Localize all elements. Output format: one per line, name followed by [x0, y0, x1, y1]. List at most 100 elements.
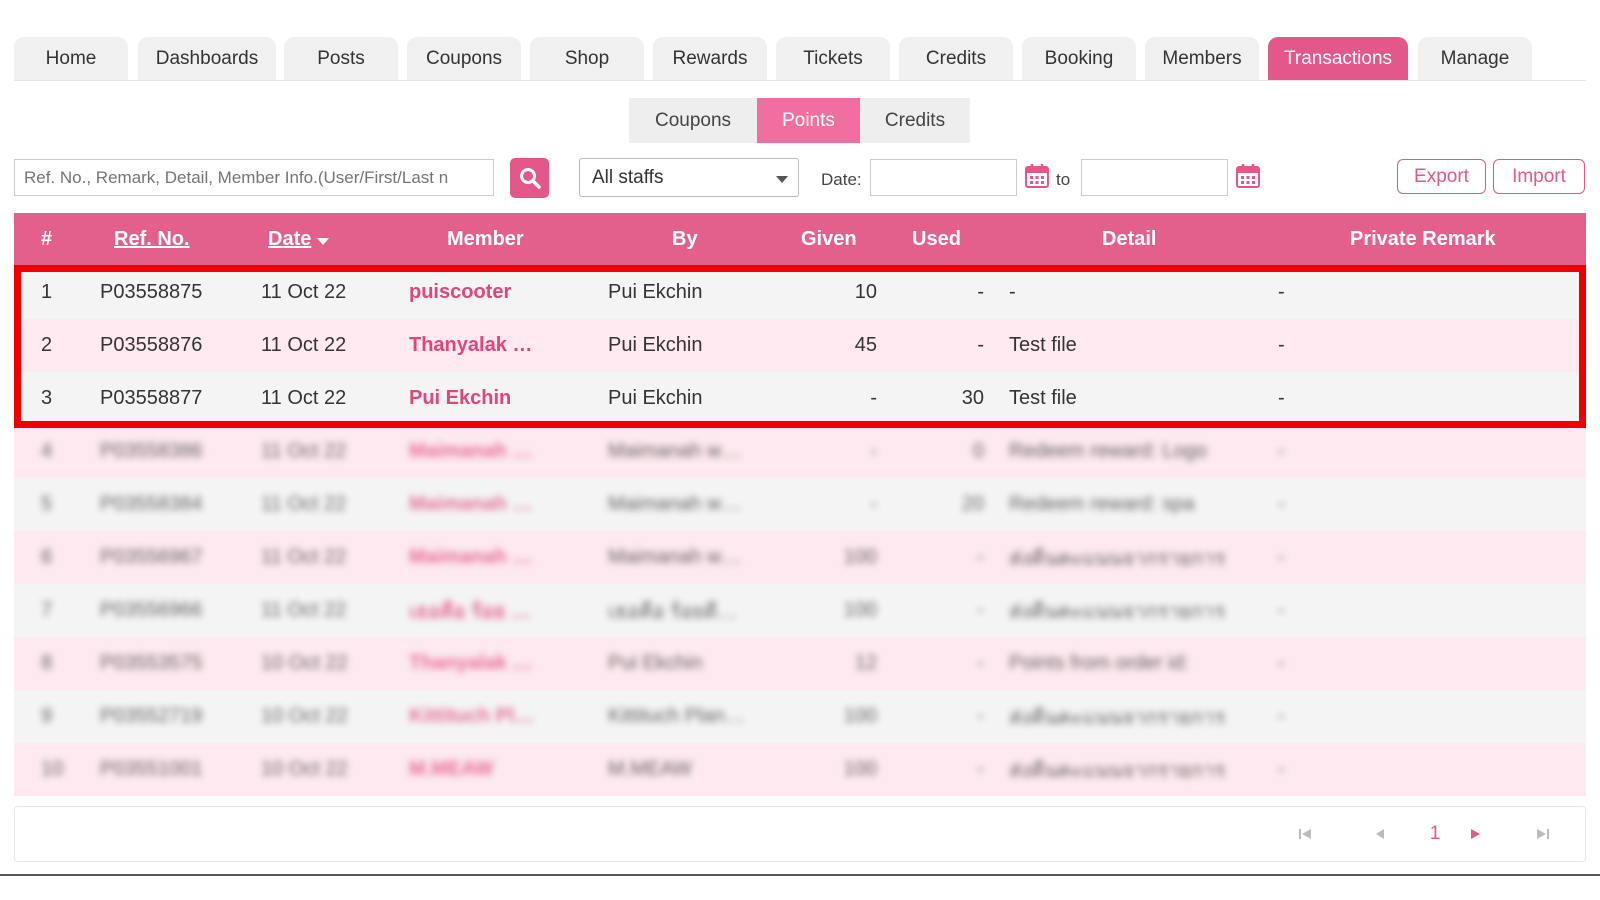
cell-member-link[interactable]: เธอคือ ร้อย …: [409, 584, 531, 637]
col-private-remark: Private Remark: [1350, 227, 1496, 250]
subtab-coupons[interactable]: Coupons: [629, 98, 757, 143]
table-row[interactable]: 7 P03556966 11 Oct 22 เธอคือ ร้อย … เธอค…: [14, 584, 1586, 637]
table-row[interactable]: 4 P03558386 11 Oct 22 Maimanah … Maimana…: [14, 425, 1586, 478]
cell-detail: Redeem reward: spa: [1009, 493, 1195, 515]
cell-private-remark: -: [1278, 387, 1285, 409]
table-row[interactable]: 5 P03558384 11 Oct 22 Maimanah … Maimana…: [14, 478, 1586, 531]
cell-by: Maimanah w…: [608, 440, 742, 462]
date-from-input[interactable]: [870, 159, 1017, 196]
tab-rewards[interactable]: Rewards: [653, 37, 767, 80]
cell-ref-no: P03552719: [100, 705, 203, 727]
table-row[interactable]: 3 P03558877 11 Oct 22 Pui Ekchin Pui Ekc…: [14, 372, 1586, 425]
cell-member-link[interactable]: puiscooter: [409, 266, 511, 319]
tab-tickets[interactable]: Tickets: [776, 37, 890, 80]
cell-detail: Redeem reward: Logo: [1009, 440, 1207, 462]
cell-member-link[interactable]: Maimanah …: [409, 425, 532, 478]
chevron-down-icon: [776, 176, 788, 183]
cell-ref-no: P03558384: [100, 493, 203, 515]
table-row[interactable]: 2 P03558876 11 Oct 22 Thanyalak … Pui Ek…: [14, 319, 1586, 372]
pagination-bar: 1: [14, 806, 1586, 862]
first-page-icon[interactable]: [1295, 819, 1315, 849]
search-button[interactable]: [510, 158, 549, 198]
next-page-icon[interactable]: [1465, 819, 1485, 849]
cell-member-link[interactable]: Maimanah …: [409, 478, 532, 531]
cell-given: 100: [843, 758, 877, 780]
cell-date: 11 Oct 22: [261, 599, 347, 621]
tab-credits[interactable]: Credits: [899, 37, 1013, 80]
cell-number: 10: [41, 758, 64, 780]
cell-used: -: [977, 334, 984, 356]
date-label: Date:: [821, 170, 862, 189]
col-member: Member: [447, 227, 524, 250]
calendar-icon[interactable]: [1025, 163, 1049, 189]
tab-posts[interactable]: Posts: [284, 37, 398, 80]
last-page-icon[interactable]: [1533, 819, 1553, 849]
prev-page-icon[interactable]: [1370, 819, 1390, 849]
cell-ref-no: P03553575: [100, 652, 203, 674]
cell-used: -: [977, 758, 984, 780]
cell-private-remark: -: [1278, 440, 1285, 462]
cell-date: 11 Oct 22: [261, 546, 347, 568]
cell-given: -: [870, 387, 877, 409]
search-input[interactable]: [14, 159, 494, 196]
date-to-input[interactable]: [1081, 159, 1228, 196]
cell-number: 9: [41, 705, 53, 727]
cell-detail: Test file: [1009, 387, 1077, 409]
cell-number: 6: [41, 546, 53, 568]
tab-home[interactable]: Home: [14, 37, 128, 80]
tab-coupons[interactable]: Coupons: [407, 37, 521, 80]
col-used: Used: [912, 227, 961, 250]
cell-number: 7: [41, 599, 53, 621]
col-detail: Detail: [1102, 227, 1157, 250]
cell-date: 10 Oct 22: [261, 758, 348, 780]
cell-ref-no: P03558386: [100, 440, 203, 462]
tab-transactions[interactable]: Transactions: [1268, 37, 1408, 80]
cell-member-link[interactable]: Thanyalak …: [409, 319, 532, 372]
cell-number: 4: [41, 440, 53, 462]
cell-ref-no: P03558875: [100, 281, 203, 303]
subtab-points[interactable]: Points: [757, 98, 860, 143]
cell-by: M.MEAW: [608, 758, 692, 780]
col-date[interactable]: Date: [268, 213, 330, 265]
tab-shop[interactable]: Shop: [530, 37, 644, 80]
cell-date: 11 Oct 22: [261, 281, 347, 303]
table-row[interactable]: 10 P03551001 10 Oct 22 M.MEAW M.MEAW 100…: [14, 743, 1586, 796]
main-nav-tabs: Home Dashboards Posts Coupons Shop Rewar…: [14, 37, 1586, 81]
cell-member-link[interactable]: Pui Ekchin: [409, 372, 511, 425]
tab-members[interactable]: Members: [1145, 37, 1259, 80]
calendar-icon[interactable]: [1236, 163, 1260, 189]
table-row[interactable]: 1 P03558875 11 Oct 22 puiscooter Pui Ekc…: [14, 266, 1586, 319]
table-row[interactable]: 6 P03556967 11 Oct 22 Maimanah … Maimana…: [14, 531, 1586, 584]
cell-member-link[interactable]: Thanyalak …: [409, 637, 532, 690]
col-date-label: Date: [268, 227, 312, 250]
table-row[interactable]: 8 P03553575 10 Oct 22 Thanyalak … Pui Ek…: [14, 637, 1586, 690]
cell-private-remark: -: [1278, 546, 1285, 568]
subtab-credits[interactable]: Credits: [860, 98, 970, 143]
cell-used: -: [977, 705, 984, 727]
tab-booking[interactable]: Booking: [1022, 37, 1136, 80]
cell-member-link[interactable]: Kittituch Pl…: [409, 690, 535, 743]
import-button[interactable]: Import: [1493, 159, 1585, 194]
cell-given: 100: [843, 705, 877, 727]
cell-member-link[interactable]: Maimanah …: [409, 531, 532, 584]
cell-private-remark: -: [1278, 281, 1285, 303]
current-page-number[interactable]: 1: [1425, 819, 1445, 849]
cell-by: Pui Ekchin: [608, 652, 703, 674]
col-given: Given: [801, 227, 857, 250]
cell-used: -: [977, 546, 984, 568]
cell-private-remark: -: [1278, 493, 1285, 515]
export-button[interactable]: Export: [1397, 159, 1486, 194]
col-ref-no[interactable]: Ref. No.: [114, 213, 190, 265]
cell-given: 100: [843, 599, 877, 621]
staff-select[interactable]: All staffs: [579, 158, 799, 197]
table-row[interactable]: 9 P03552719 10 Oct 22 Kittituch Pl… Kitt…: [14, 690, 1586, 743]
tab-dashboards[interactable]: Dashboards: [138, 37, 276, 80]
cell-by: เธอคือ ร้อยดี…: [608, 600, 738, 623]
cell-detail: Points from order id:: [1009, 652, 1190, 674]
cell-member-link[interactable]: M.MEAW: [409, 743, 493, 796]
cell-ref-no: P03558876: [100, 334, 203, 356]
tab-manage[interactable]: Manage: [1418, 37, 1532, 80]
cell-detail: ส่งคืนคะแนนจากรายการ: [1009, 706, 1226, 729]
cell-number: 3: [41, 387, 53, 409]
cell-used: 0: [972, 440, 984, 462]
